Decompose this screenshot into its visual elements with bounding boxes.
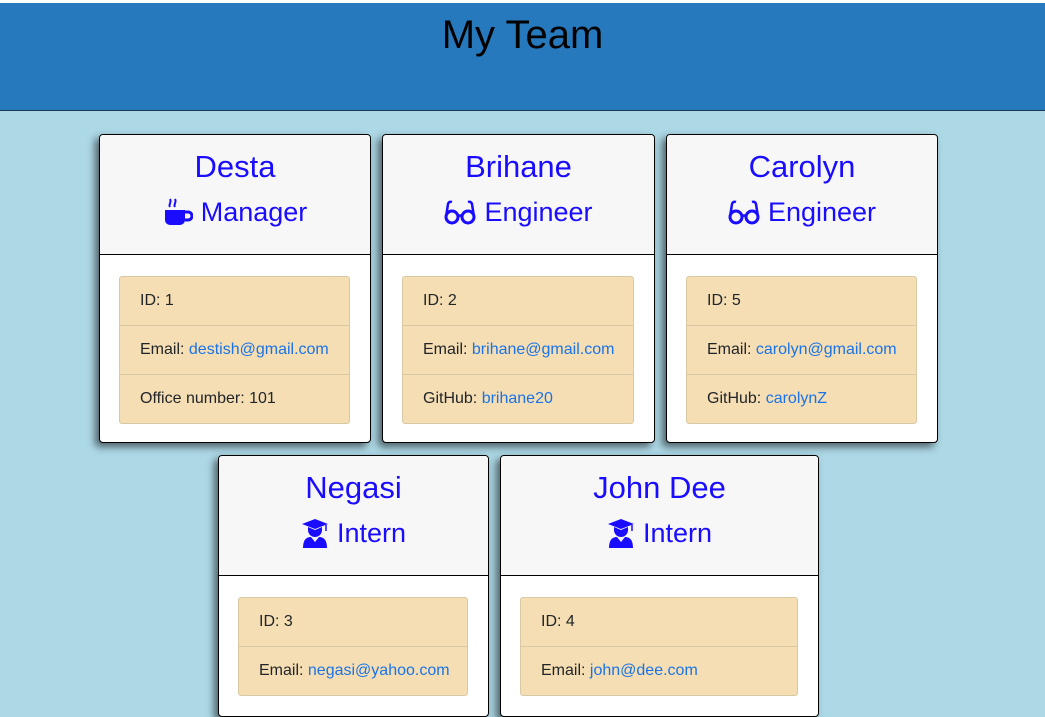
employee-card-john-dee: John Dee Intern ID: 4 Email: john@dee.co… xyxy=(500,455,819,717)
employee-card-desta: Desta Manager ID: 1 Email: destish@gmail… xyxy=(99,134,371,443)
id-label: ID: xyxy=(707,292,728,309)
email-link[interactable]: destish@gmail.com xyxy=(189,341,329,358)
id-row: ID: 1 xyxy=(120,277,349,326)
email-label: Email: xyxy=(140,341,185,358)
employee-name: John Dee xyxy=(593,470,726,505)
employee-name: Carolyn xyxy=(748,149,856,184)
email-link[interactable]: john@dee.com xyxy=(590,662,698,679)
email-label: Email: xyxy=(707,341,752,358)
id-value: 5 xyxy=(731,292,741,309)
github-label: GitHub: xyxy=(707,390,762,407)
employee-role-label: Intern xyxy=(642,518,713,548)
id-value: 1 xyxy=(164,292,174,309)
card-header: Negasi Intern xyxy=(219,456,488,576)
card-header: John Dee Intern xyxy=(501,456,818,576)
employee-info-list: ID: 5 Email: carolyn@gmail.com GitHub: c… xyxy=(686,276,917,424)
email-row: Email: brihane@gmail.com xyxy=(403,326,633,375)
id-value: 2 xyxy=(447,292,457,309)
employee-role: Intern xyxy=(219,517,488,549)
glasses-icon xyxy=(444,199,476,225)
employee-name: Desta xyxy=(194,149,276,184)
email-row: Email: negasi@yahoo.com xyxy=(239,647,467,695)
email-link[interactable]: negasi@yahoo.com xyxy=(308,662,450,679)
employee-name: Negasi xyxy=(305,470,402,505)
coffee-mug-icon xyxy=(163,198,193,226)
employee-role-label: Engineer xyxy=(767,197,877,227)
github-label: GitHub: xyxy=(423,390,478,407)
employee-role: Manager xyxy=(100,196,370,228)
id-label: ID: xyxy=(423,292,444,309)
employee-info-list: ID: 2 Email: brihane@gmail.com GitHub: b… xyxy=(402,276,634,424)
email-row: Email: john@dee.com xyxy=(521,647,797,695)
id-row: ID: 3 xyxy=(239,598,467,647)
card-header: Brihane Engineer xyxy=(383,135,654,255)
id-row: ID: 5 xyxy=(687,277,916,326)
email-link[interactable]: carolyn@gmail.com xyxy=(756,341,897,358)
employee-role-label: Manager xyxy=(200,197,308,227)
office-number-value: 101 xyxy=(249,390,276,407)
github-link[interactable]: brihane20 xyxy=(482,390,553,407)
office-number-row: Office number: 101 xyxy=(120,375,349,423)
employee-info-list: ID: 1 Email: destish@gmail.com Office nu… xyxy=(119,276,350,424)
employee-role: Engineer xyxy=(667,196,937,228)
glasses-icon xyxy=(728,199,760,225)
email-row: Email: destish@gmail.com xyxy=(120,326,349,375)
employee-info-list: ID: 4 Email: john@dee.com xyxy=(520,597,798,696)
page-header: My Team xyxy=(0,3,1045,111)
id-row: ID: 2 xyxy=(403,277,633,326)
id-label: ID: xyxy=(259,613,280,630)
email-row: Email: carolyn@gmail.com xyxy=(687,326,916,375)
card-header: Desta Manager xyxy=(100,135,370,255)
office-number-label: Office number: xyxy=(140,390,245,407)
email-label: Email: xyxy=(541,662,586,679)
employee-card-brihane: Brihane Engineer ID: 2 Email: brihane@gm… xyxy=(382,134,655,443)
employee-role-label: Intern xyxy=(336,518,407,548)
employee-role: Intern xyxy=(501,517,818,549)
employee-role-label: Engineer xyxy=(484,197,593,227)
employee-info-list: ID: 3 Email: negasi@yahoo.com xyxy=(238,597,468,696)
id-label: ID: xyxy=(541,613,562,630)
employee-role: Engineer xyxy=(383,196,654,228)
employee-name: Brihane xyxy=(465,149,572,184)
email-link[interactable]: brihane@gmail.com xyxy=(472,341,615,358)
id-label: ID: xyxy=(140,292,161,309)
employee-card-negasi: Negasi Intern ID: 3 Email: negasi@yahoo.… xyxy=(218,455,489,717)
graduate-icon xyxy=(301,518,329,548)
id-value: 3 xyxy=(283,613,293,630)
id-row: ID: 4 xyxy=(521,598,797,647)
employee-card-carolyn: Carolyn Engineer ID: 5 Email: carolyn@gm… xyxy=(666,134,938,443)
github-link[interactable]: carolynZ xyxy=(766,390,827,407)
github-row: GitHub: brihane20 xyxy=(403,375,633,423)
page-title: My Team xyxy=(441,13,604,57)
graduate-icon xyxy=(607,518,635,548)
github-row: GitHub: carolynZ xyxy=(687,375,916,423)
card-header: Carolyn Engineer xyxy=(667,135,937,255)
email-label: Email: xyxy=(259,662,304,679)
id-value: 4 xyxy=(565,613,575,630)
email-label: Email: xyxy=(423,341,468,358)
